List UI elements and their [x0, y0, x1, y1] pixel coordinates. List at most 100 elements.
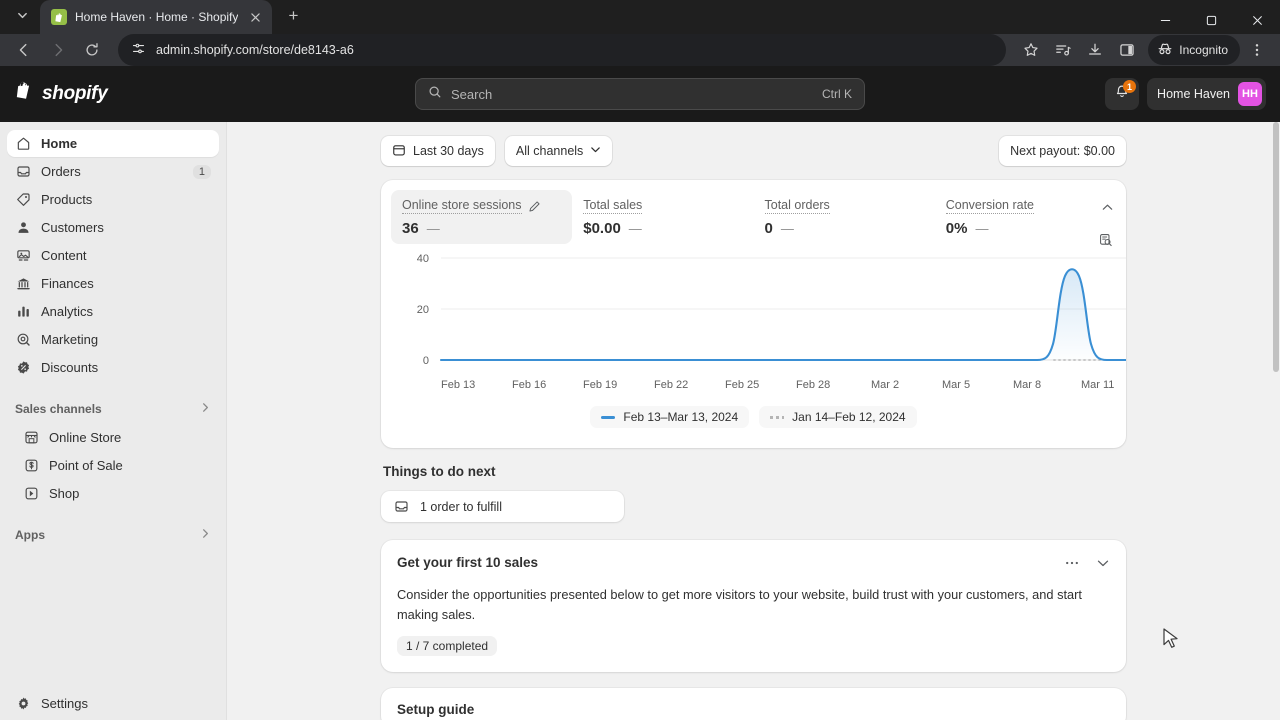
search-input[interactable]: Search Ctrl K: [415, 78, 865, 110]
sidebar-item-marketing[interactable]: Marketing: [7, 326, 219, 353]
metric-total-sales[interactable]: Total sales $0.00 —: [572, 190, 753, 244]
metric-value: $0.00: [583, 220, 621, 237]
tab-search-icon[interactable]: [8, 1, 36, 29]
metric-label-row: Online store sessions: [402, 198, 561, 214]
sidebar-footer: Settings: [0, 690, 226, 720]
svg-text:Mar 11: Mar 11: [1081, 379, 1114, 391]
notifications-button[interactable]: 1: [1105, 78, 1139, 110]
setup-guide-card[interactable]: Setup guide: [381, 688, 1126, 720]
app-body: Home Orders 1 Products: [0, 122, 1280, 720]
shopify-logo[interactable]: shopify: [14, 80, 214, 108]
reload-icon[interactable]: [76, 34, 108, 66]
next-payout-label: Next payout: $0.00: [1010, 144, 1115, 158]
chart-legend: Feb 13–Mar 13, 2024 Jan 14–Feb 12, 2024: [391, 404, 1116, 440]
svg-text:20: 20: [417, 304, 429, 316]
sales-card-description: Consider the opportunities presented bel…: [397, 585, 1107, 626]
shop-icon: [23, 486, 40, 501]
filter-bar: Last 30 days All channels Next payout: $…: [381, 136, 1126, 166]
sidebar-item-home[interactable]: Home: [7, 130, 219, 157]
metric-delta: —: [975, 221, 988, 236]
main-scrollbar[interactable]: [1272, 122, 1280, 720]
sidebar-orders-badge: 1: [193, 165, 211, 179]
sidebar-item-shop[interactable]: Shop: [7, 480, 219, 507]
svg-text:Feb 16: Feb 16: [512, 379, 546, 391]
address-bar[interactable]: admin.shopify.com/store/de8143-a6: [118, 34, 1006, 66]
metric-value: 36: [402, 220, 419, 237]
sidebar-item-customers[interactable]: Customers: [7, 214, 219, 241]
sidebar-item-finances[interactable]: Finances: [7, 270, 219, 297]
sidebar-item-discounts[interactable]: Discounts: [7, 354, 219, 381]
sales-card-actions: [1064, 555, 1110, 576]
scrollbar-thumb[interactable]: [1273, 122, 1279, 372]
pos-icon: [23, 458, 40, 473]
tab-close-icon[interactable]: [246, 8, 264, 26]
sidebar-item-analytics[interactable]: Analytics: [7, 298, 219, 325]
metric-conversion-rate[interactable]: Conversion rate 0% —: [935, 190, 1116, 244]
ellipsis-icon[interactable]: [1064, 555, 1080, 576]
bar-chart-icon: [15, 304, 32, 319]
sidebar-section-apps[interactable]: Apps: [0, 520, 226, 550]
metric-value-row: $0.00 —: [583, 220, 742, 237]
sidebar-item-orders[interactable]: Orders 1: [7, 158, 219, 185]
side-panel-icon[interactable]: [1112, 35, 1142, 65]
legend-label: Feb 13–Mar 13, 2024: [623, 410, 738, 424]
svg-text:Feb 28: Feb 28: [796, 379, 830, 391]
window-minimize-icon[interactable]: [1142, 0, 1188, 40]
sidebar: Home Orders 1 Products: [0, 122, 227, 720]
date-range-filter-button[interactable]: Last 30 days: [381, 136, 495, 166]
sessions-chart[interactable]: 40 20 0 Feb 13: [391, 244, 1116, 404]
legend-item-comparison[interactable]: Jan 14–Feb 12, 2024: [759, 406, 916, 428]
metric-delta: —: [427, 221, 440, 236]
back-arrow-icon[interactable]: [8, 34, 40, 66]
svg-text:Mar 2: Mar 2: [871, 379, 899, 391]
download-icon[interactable]: [1080, 35, 1110, 65]
channels-filter-button[interactable]: All channels: [505, 136, 612, 166]
browser-window: Home Haven · Home · Shopify +: [0, 0, 1280, 720]
sidebar-item-online-store[interactable]: Online Store: [7, 424, 219, 451]
legend-solid-line-icon: [601, 416, 615, 419]
sidebar-item-content[interactable]: Content: [7, 242, 219, 269]
todo-order-to-fulfill[interactable]: 1 order to fulfill: [381, 491, 624, 522]
site-settings-icon[interactable]: [131, 41, 146, 59]
star-icon[interactable]: [1016, 35, 1046, 65]
sidebar-item-settings[interactable]: Settings: [7, 690, 219, 717]
legend-item-current[interactable]: Feb 13–Mar 13, 2024: [590, 406, 749, 428]
progress-badge: 1 / 7 completed: [397, 636, 497, 656]
chevron-down-icon: [590, 144, 601, 158]
next-payout-button[interactable]: Next payout: $0.00: [999, 136, 1126, 166]
store-account-button[interactable]: Home Haven HH: [1147, 78, 1266, 110]
pencil-icon[interactable]: [528, 200, 541, 213]
sidebar-item-label: Point of Sale: [49, 458, 123, 473]
sidebar-item-products[interactable]: Products: [7, 186, 219, 213]
chevron-down-icon[interactable]: [1096, 556, 1110, 575]
todo-label: 1 order to fulfill: [420, 500, 502, 514]
home-icon: [15, 136, 32, 151]
new-tab-button[interactable]: +: [279, 2, 307, 30]
legend-dotted-line-icon: [770, 416, 784, 419]
window-maximize-icon[interactable]: [1188, 0, 1234, 40]
sidebar-item-label: Marketing: [41, 332, 211, 347]
search-shortcut-hint: Ctrl K: [822, 87, 852, 101]
sidebar-primary-nav: Home Orders 1 Products: [0, 130, 226, 382]
metric-online-store-sessions[interactable]: Online store sessions 36 —: [391, 190, 572, 244]
media-control-icon[interactable]: [1048, 35, 1078, 65]
shopify-bag-icon: [51, 9, 67, 25]
metric-label: Total sales: [583, 198, 642, 214]
orders-inbox-icon: [15, 164, 32, 179]
chevron-up-icon[interactable]: [1096, 196, 1118, 218]
sidebar-section-sales-channels[interactable]: Sales channels: [0, 394, 226, 424]
metric-value: 0: [765, 220, 773, 237]
search-placeholder: Search: [451, 87, 813, 102]
window-close-icon[interactable]: [1234, 0, 1280, 40]
metric-total-orders[interactable]: Total orders 0 —: [754, 190, 935, 244]
svg-text:Mar 8: Mar 8: [1013, 379, 1041, 391]
sidebar-item-point-of-sale[interactable]: Point of Sale: [7, 452, 219, 479]
metric-delta: —: [629, 221, 642, 236]
get-first-10-sales-card: Get your first 10 sales Consider the op: [381, 540, 1126, 672]
browser-tab[interactable]: Home Haven · Home · Shopify: [40, 0, 272, 34]
forward-arrow-icon[interactable]: [42, 34, 74, 66]
sidebar-item-label: Finances: [41, 276, 211, 291]
tab-title: Home Haven · Home · Shopify: [75, 10, 238, 24]
avatar: HH: [1238, 82, 1262, 106]
metric-label: Online store sessions: [402, 198, 522, 214]
